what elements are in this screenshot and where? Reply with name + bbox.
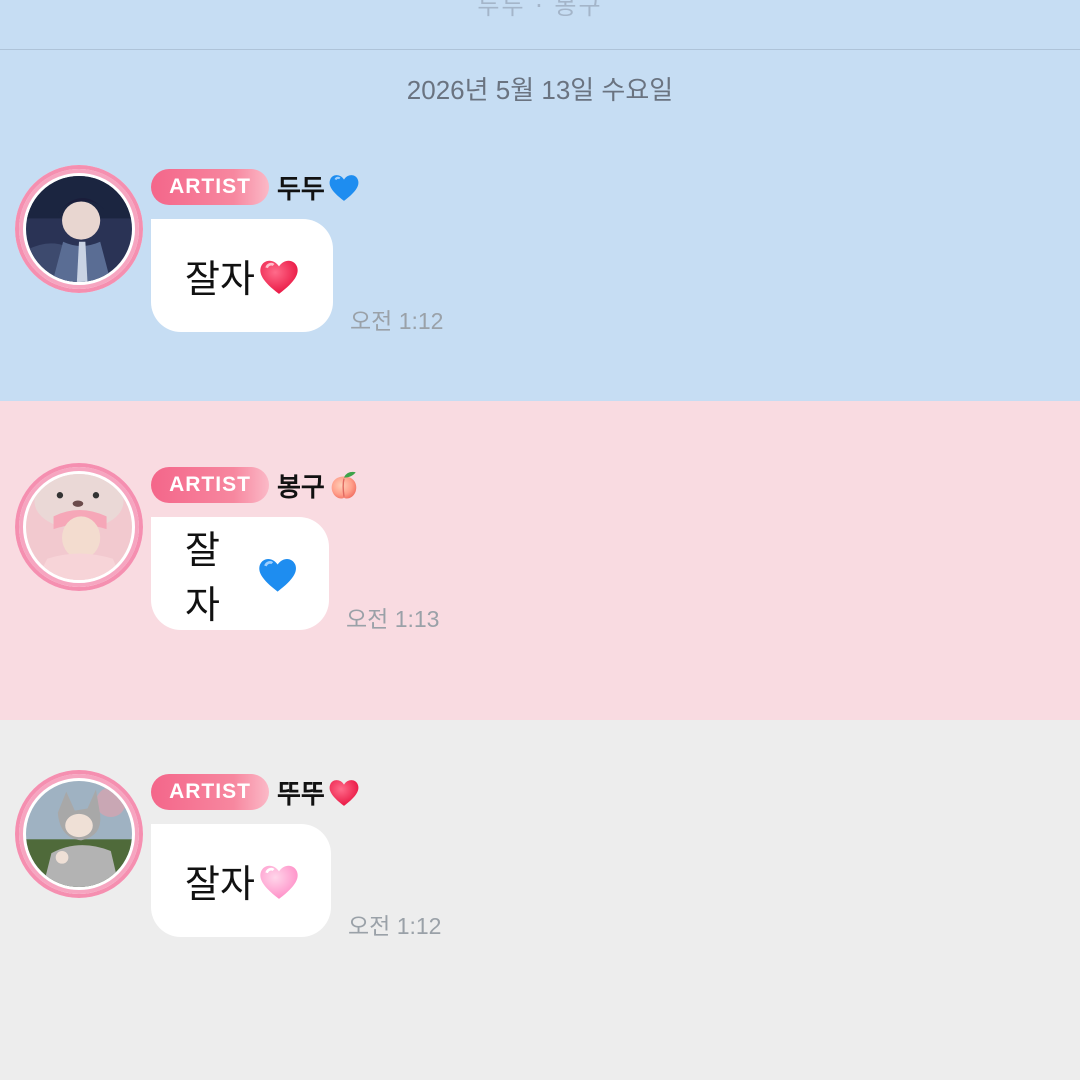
message-timestamp: 오전 1:12 — [350, 308, 444, 334]
message-timestamp: 오전 1:13 — [346, 606, 440, 632]
message-timestamp: 오전 1:12 — [348, 913, 442, 939]
avatar-ddudu[interactable] — [15, 770, 143, 898]
sender-name: 봉구 — [277, 472, 325, 503]
red-heart-icon — [257, 254, 301, 298]
message-bubble[interactable]: 잘자 — [151, 517, 329, 630]
avatar-image — [26, 474, 132, 580]
peach-icon — [327, 468, 361, 502]
sender-row-ddudu: ARTIST 뚜뚜 — [151, 774, 361, 810]
blue-heart-icon — [256, 552, 299, 596]
sender-row-bonggu: ARTIST 봉구 — [151, 467, 361, 503]
pink-heart-icon — [257, 859, 301, 903]
message-bubble[interactable]: 잘자 — [151, 219, 333, 332]
avatar-dudu[interactable] — [15, 165, 143, 293]
artist-badge: ARTIST — [151, 774, 269, 810]
artist-badge: ARTIST — [151, 467, 269, 503]
message-bubble[interactable]: 잘자 — [151, 824, 331, 937]
message-text: 잘자 — [185, 257, 255, 301]
message-text: 잘자 — [185, 527, 220, 627]
header-cutoff-text: 두두 · 봉구 — [477, 0, 603, 20]
date-separator: 2026년 5월 13일 수요일 — [406, 75, 674, 105]
avatar-image — [26, 781, 132, 887]
artist-badge: ARTIST — [151, 169, 269, 205]
avatar-bonggu[interactable] — [15, 463, 143, 591]
message-text: 잘자 — [185, 862, 255, 906]
sender-name: 뚜뚜 — [277, 779, 325, 810]
sender-name: 두두 — [277, 174, 325, 205]
avatar-image — [26, 176, 132, 282]
red-heart-icon — [327, 775, 361, 809]
sender-row-dudu: ARTIST 두두 — [151, 169, 361, 205]
blue-heart-icon — [327, 170, 361, 204]
header-divider — [0, 49, 1080, 50]
